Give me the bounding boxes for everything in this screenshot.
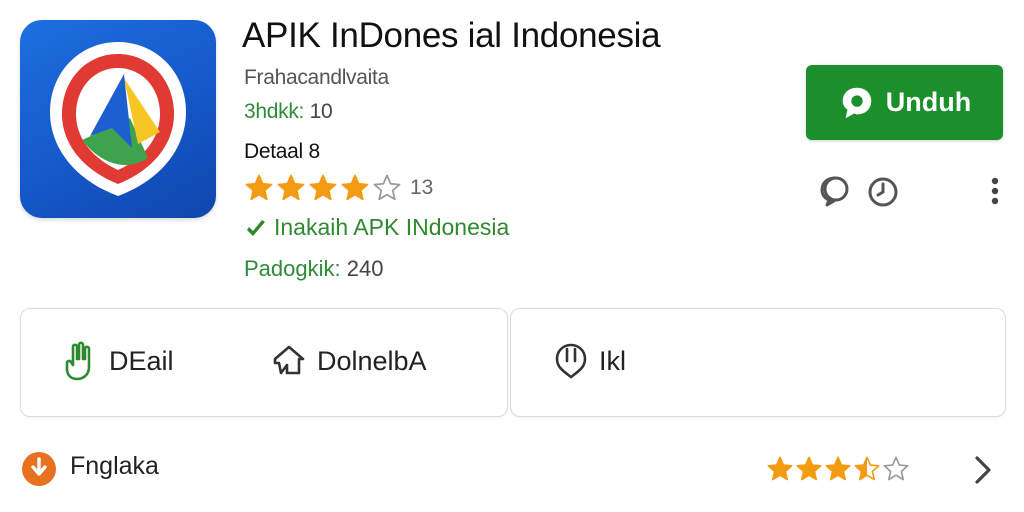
clock-icon[interactable]	[866, 175, 900, 209]
star-filled-icon	[277, 174, 305, 201]
downloads-value: 240	[346, 256, 384, 281]
star-filled-icon	[245, 174, 273, 201]
star-filled-icon	[341, 174, 369, 201]
version-value: 10	[309, 100, 333, 123]
footer-rating-stars	[766, 455, 911, 483]
downloads-label: Padogkik:	[244, 256, 341, 281]
tab-info[interactable]: Ikl	[551, 339, 626, 383]
chevron-right-icon[interactable]	[968, 452, 998, 488]
download-circle-icon	[22, 452, 56, 486]
star-empty-icon	[373, 174, 401, 201]
app-title: APIK InDones ial Indonesia	[242, 16, 661, 55]
tab-info-label: Ikl	[599, 345, 626, 376]
rating-count: 13	[410, 176, 434, 199]
badge-icon	[555, 343, 587, 379]
tab-detail-label: DEail	[109, 345, 174, 376]
star-filled-icon	[767, 456, 793, 481]
footer-label: Fnglaka	[70, 452, 159, 480]
leaf-check-icon	[247, 219, 265, 236]
comment-icon[interactable]	[818, 174, 852, 208]
version-info: 3hdkk: 10	[244, 100, 333, 124]
tab-download-label: DolnelbA	[317, 345, 427, 376]
downloads-info: Padogkik: 240	[244, 256, 383, 282]
publisher-name[interactable]: Frahacandlvaita	[244, 66, 389, 90]
star-filled-icon	[825, 456, 851, 481]
star-filled-icon	[309, 174, 337, 201]
chat-bubble-icon	[842, 87, 871, 118]
rating-stars	[244, 173, 404, 203]
download-button[interactable]: Unduh	[806, 65, 1003, 140]
share-icon	[273, 345, 305, 375]
hand-icon	[65, 341, 91, 381]
star-half-icon	[854, 456, 880, 481]
rating-row: 13	[244, 173, 433, 203]
star-empty-icon	[883, 456, 909, 481]
version-label: 3hdkk:	[244, 100, 305, 123]
install-text: Inakaih APK INdonesia	[274, 214, 510, 240]
install-row[interactable]: Inakaih APK INdonesia	[244, 214, 509, 241]
tab-group-right: Ikl	[510, 308, 1006, 417]
star-filled-icon	[796, 456, 822, 481]
more-vertical-icon[interactable]	[988, 176, 1002, 208]
app-logo-icon	[20, 20, 216, 218]
download-label: Unduh	[885, 87, 972, 117]
detail-line: Detaal 8	[244, 140, 320, 163]
tab-detail[interactable]: DEail	[61, 339, 174, 383]
tab-download[interactable]: DolnelbA	[269, 339, 427, 383]
tab-group-left: DEail DolnelbA	[20, 308, 508, 417]
